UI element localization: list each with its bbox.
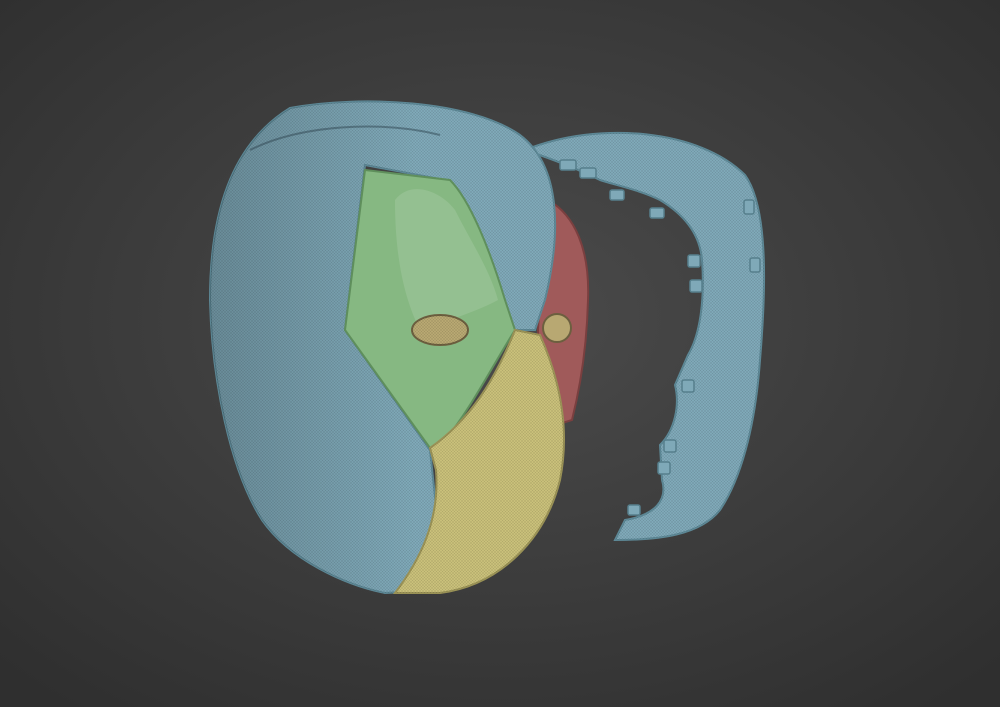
mask-render bbox=[0, 0, 1000, 707]
eye-mesh-right bbox=[542, 313, 572, 343]
front-mask bbox=[208, 100, 590, 595]
viewport-3d[interactable] bbox=[0, 0, 1000, 707]
